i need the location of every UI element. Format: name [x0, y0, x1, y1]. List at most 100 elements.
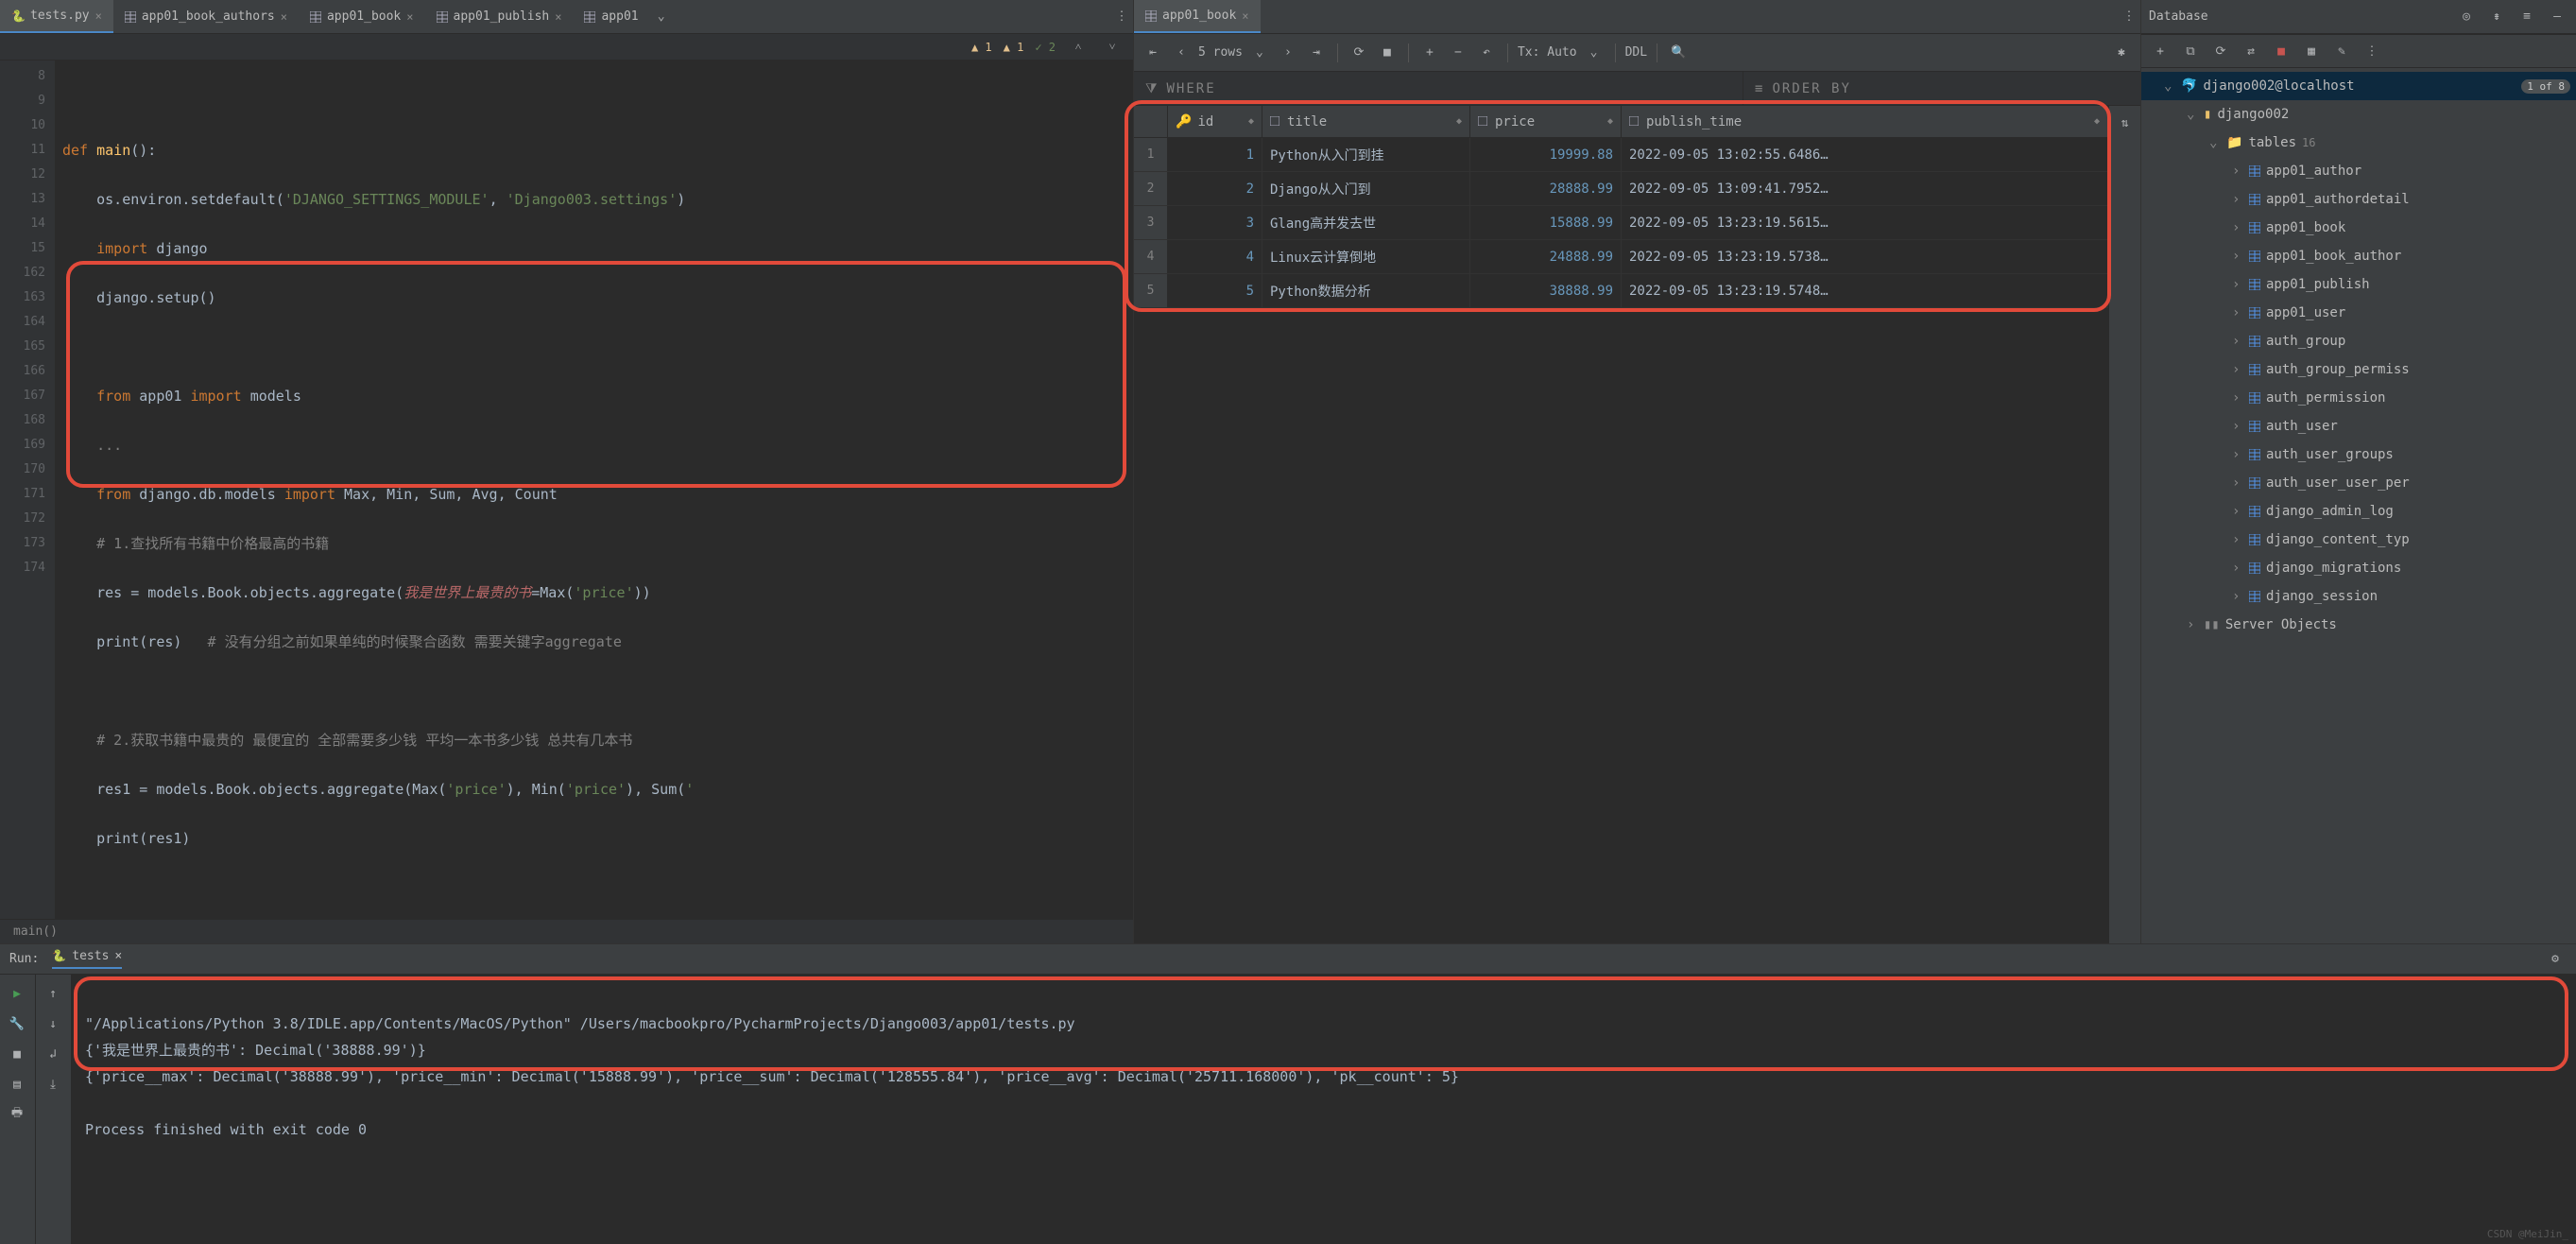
- edit-icon[interactable]: ✎: [2330, 40, 2353, 62]
- prev-page-icon[interactable]: ‹: [1170, 42, 1193, 64]
- tab-data-book[interactable]: app01_book ×: [1134, 0, 1261, 33]
- search-icon[interactable]: 🔍: [1667, 42, 1690, 64]
- table-node[interactable]: ›app01_publish: [2141, 270, 2576, 299]
- cell-id[interactable]: 4: [1168, 240, 1262, 273]
- column-price[interactable]: price◆: [1470, 106, 1622, 137]
- tab-publish[interactable]: app01_publish ×: [425, 0, 574, 33]
- table-row[interactable]: 11Python从入门到挂19999.882022-09-05 13:02:55…: [1134, 138, 2108, 172]
- table-node[interactable]: ›app01_book_author: [2141, 242, 2576, 270]
- server-objects-node[interactable]: › ▮▮ Server Objects: [2141, 611, 2576, 639]
- cell-id[interactable]: 3: [1168, 206, 1262, 239]
- where-filter[interactable]: ⧩ WHERE: [1134, 72, 1743, 105]
- column-id[interactable]: 🔑id◆: [1168, 106, 1262, 137]
- breadcrumb[interactable]: main(): [0, 919, 1133, 943]
- wrench-icon[interactable]: 🔧: [6, 1012, 28, 1035]
- hide-panel-icon[interactable]: —: [2546, 6, 2568, 28]
- cell-title[interactable]: Django从入门到: [1262, 172, 1470, 205]
- tx-dropdown-icon[interactable]: ⌄: [1583, 42, 1606, 64]
- column-title[interactable]: title◆: [1262, 106, 1470, 137]
- cell-publish-time[interactable]: 2022-09-05 13:23:19.5615…: [1622, 206, 2108, 239]
- up-icon[interactable]: ↑: [42, 982, 64, 1005]
- table-row[interactable]: 22Django从入门到28888.992022-09-05 13:09:41.…: [1134, 172, 2108, 206]
- add-row-icon[interactable]: +: [1418, 42, 1441, 64]
- warning-icon[interactable]: ▲ 1: [971, 41, 992, 54]
- cell-publish-time[interactable]: 2022-09-05 13:23:19.5738…: [1622, 240, 2108, 273]
- table-node[interactable]: ›auth_user_user_per: [2141, 469, 2576, 497]
- prev-highlight-icon[interactable]: ˄: [1067, 36, 1090, 59]
- db-more-icon[interactable]: ⋮: [2361, 40, 2383, 62]
- table-node[interactable]: ›django_migrations: [2141, 554, 2576, 582]
- row-count-dropdown[interactable]: ⌄: [1248, 42, 1271, 64]
- close-icon[interactable]: ×: [281, 10, 287, 24]
- table-node[interactable]: ›django_session: [2141, 582, 2576, 611]
- add-datasource-icon[interactable]: +: [2149, 40, 2172, 62]
- tabs-menu-icon[interactable]: ⋮: [1110, 6, 1133, 28]
- down-icon[interactable]: ↓: [42, 1012, 64, 1035]
- schema-node[interactable]: ⌄ ▮ django002: [2141, 100, 2576, 129]
- stop-icon[interactable]: ■: [1376, 42, 1399, 64]
- last-page-icon[interactable]: ⇥: [1305, 42, 1328, 64]
- jump-to-console-icon[interactable]: ▦: [2300, 40, 2323, 62]
- cell-price[interactable]: 15888.99: [1470, 206, 1622, 239]
- cell-publish-time[interactable]: 2022-09-05 13:02:55.6486…: [1622, 138, 2108, 171]
- cell-price[interactable]: 19999.88: [1470, 138, 1622, 171]
- table-row[interactable]: 33Glang高并发去世15888.992022-09-05 13:23:19.…: [1134, 206, 2108, 240]
- run-tab[interactable]: tests ×: [52, 949, 122, 969]
- close-icon[interactable]: ×: [95, 9, 102, 23]
- layout-icon[interactable]: ▤: [6, 1073, 28, 1096]
- stop-db-icon[interactable]: ■: [2270, 40, 2293, 62]
- tab-truncated[interactable]: app01: [573, 0, 649, 33]
- table-node[interactable]: ›auth_permission: [2141, 384, 2576, 412]
- rerun-icon[interactable]: ▶: [6, 982, 28, 1005]
- table-row[interactable]: 55Python数据分析38888.992022-09-05 13:23:19.…: [1134, 274, 2108, 308]
- datasource-node[interactable]: ⌄ 🐬 django002@localhost 1 of 8: [2141, 72, 2576, 100]
- cell-title[interactable]: Python从入门到挂: [1262, 138, 1470, 171]
- next-page-icon[interactable]: ›: [1277, 42, 1299, 64]
- refresh-icon[interactable]: ⟳: [1348, 42, 1370, 64]
- tabs-menu-icon[interactable]: ⋮: [2118, 6, 2140, 28]
- settings-icon[interactable]: ✱: [2110, 42, 2133, 64]
- tables-folder[interactable]: ⌄ 📁 tables 16: [2141, 129, 2576, 157]
- code-editor[interactable]: 891011 12131415 162163164165 16616716816…: [0, 60, 1133, 919]
- table-node[interactable]: ›auth_group_permiss: [2141, 355, 2576, 384]
- tx-mode-label[interactable]: Tx: Auto: [1518, 45, 1577, 60]
- close-icon[interactable]: ×: [555, 10, 561, 24]
- refresh-db-icon[interactable]: ⟳: [2209, 40, 2232, 62]
- run-settings-icon[interactable]: ⚙: [2544, 948, 2567, 971]
- cell-id[interactable]: 5: [1168, 274, 1262, 307]
- collapse-icon[interactable]: ⇟: [2485, 6, 2508, 28]
- cell-title[interactable]: Python数据分析: [1262, 274, 1470, 307]
- cell-price[interactable]: 24888.99: [1470, 240, 1622, 273]
- table-node[interactable]: ›app01_author: [2141, 157, 2576, 185]
- table-node[interactable]: ›app01_book: [2141, 214, 2576, 242]
- sort-columns-icon[interactable]: ⇅: [2114, 112, 2137, 134]
- cell-title[interactable]: Glang高并发去世: [1262, 206, 1470, 239]
- table-node[interactable]: ›app01_user: [2141, 299, 2576, 327]
- ddl-button[interactable]: DDL: [1625, 45, 1647, 60]
- close-icon[interactable]: ×: [114, 949, 122, 963]
- order-by-filter[interactable]: ≡ ORDER BY: [1743, 72, 2140, 105]
- soft-wrap-icon[interactable]: ↲: [42, 1043, 64, 1065]
- target-icon[interactable]: ◎: [2455, 6, 2478, 28]
- delete-row-icon[interactable]: −: [1447, 42, 1469, 64]
- tab-book[interactable]: app01_book ×: [299, 0, 425, 33]
- sync-icon[interactable]: ⇄: [2240, 40, 2262, 62]
- cell-title[interactable]: Linux云计算倒地: [1262, 240, 1470, 273]
- close-icon[interactable]: ×: [406, 10, 413, 24]
- cell-price[interactable]: 28888.99: [1470, 172, 1622, 205]
- table-node[interactable]: ›django_admin_log: [2141, 497, 2576, 526]
- database-tree[interactable]: ⌄ 🐬 django002@localhost 1 of 8 ⌄ ▮ djang…: [2141, 68, 2576, 943]
- revert-icon[interactable]: ↶: [1475, 42, 1498, 64]
- duplicate-icon[interactable]: ⧉: [2179, 40, 2202, 62]
- row-count-label[interactable]: 5 rows: [1198, 45, 1243, 60]
- table-node[interactable]: ›auth_user: [2141, 412, 2576, 441]
- table-node[interactable]: ›auth_user_groups: [2141, 441, 2576, 469]
- tabs-more-dropdown[interactable]: ⌄: [650, 6, 673, 28]
- cell-id[interactable]: 2: [1168, 172, 1262, 205]
- filter-icon[interactable]: ≡: [2516, 6, 2538, 28]
- stop-run-icon[interactable]: ■: [6, 1043, 28, 1065]
- run-output[interactable]: "/Applications/Python 3.8/IDLE.app/Conte…: [72, 975, 2576, 1244]
- cell-price[interactable]: 38888.99: [1470, 274, 1622, 307]
- next-highlight-icon[interactable]: ˅: [1101, 36, 1124, 59]
- print-icon[interactable]: 🖶: [6, 1103, 28, 1126]
